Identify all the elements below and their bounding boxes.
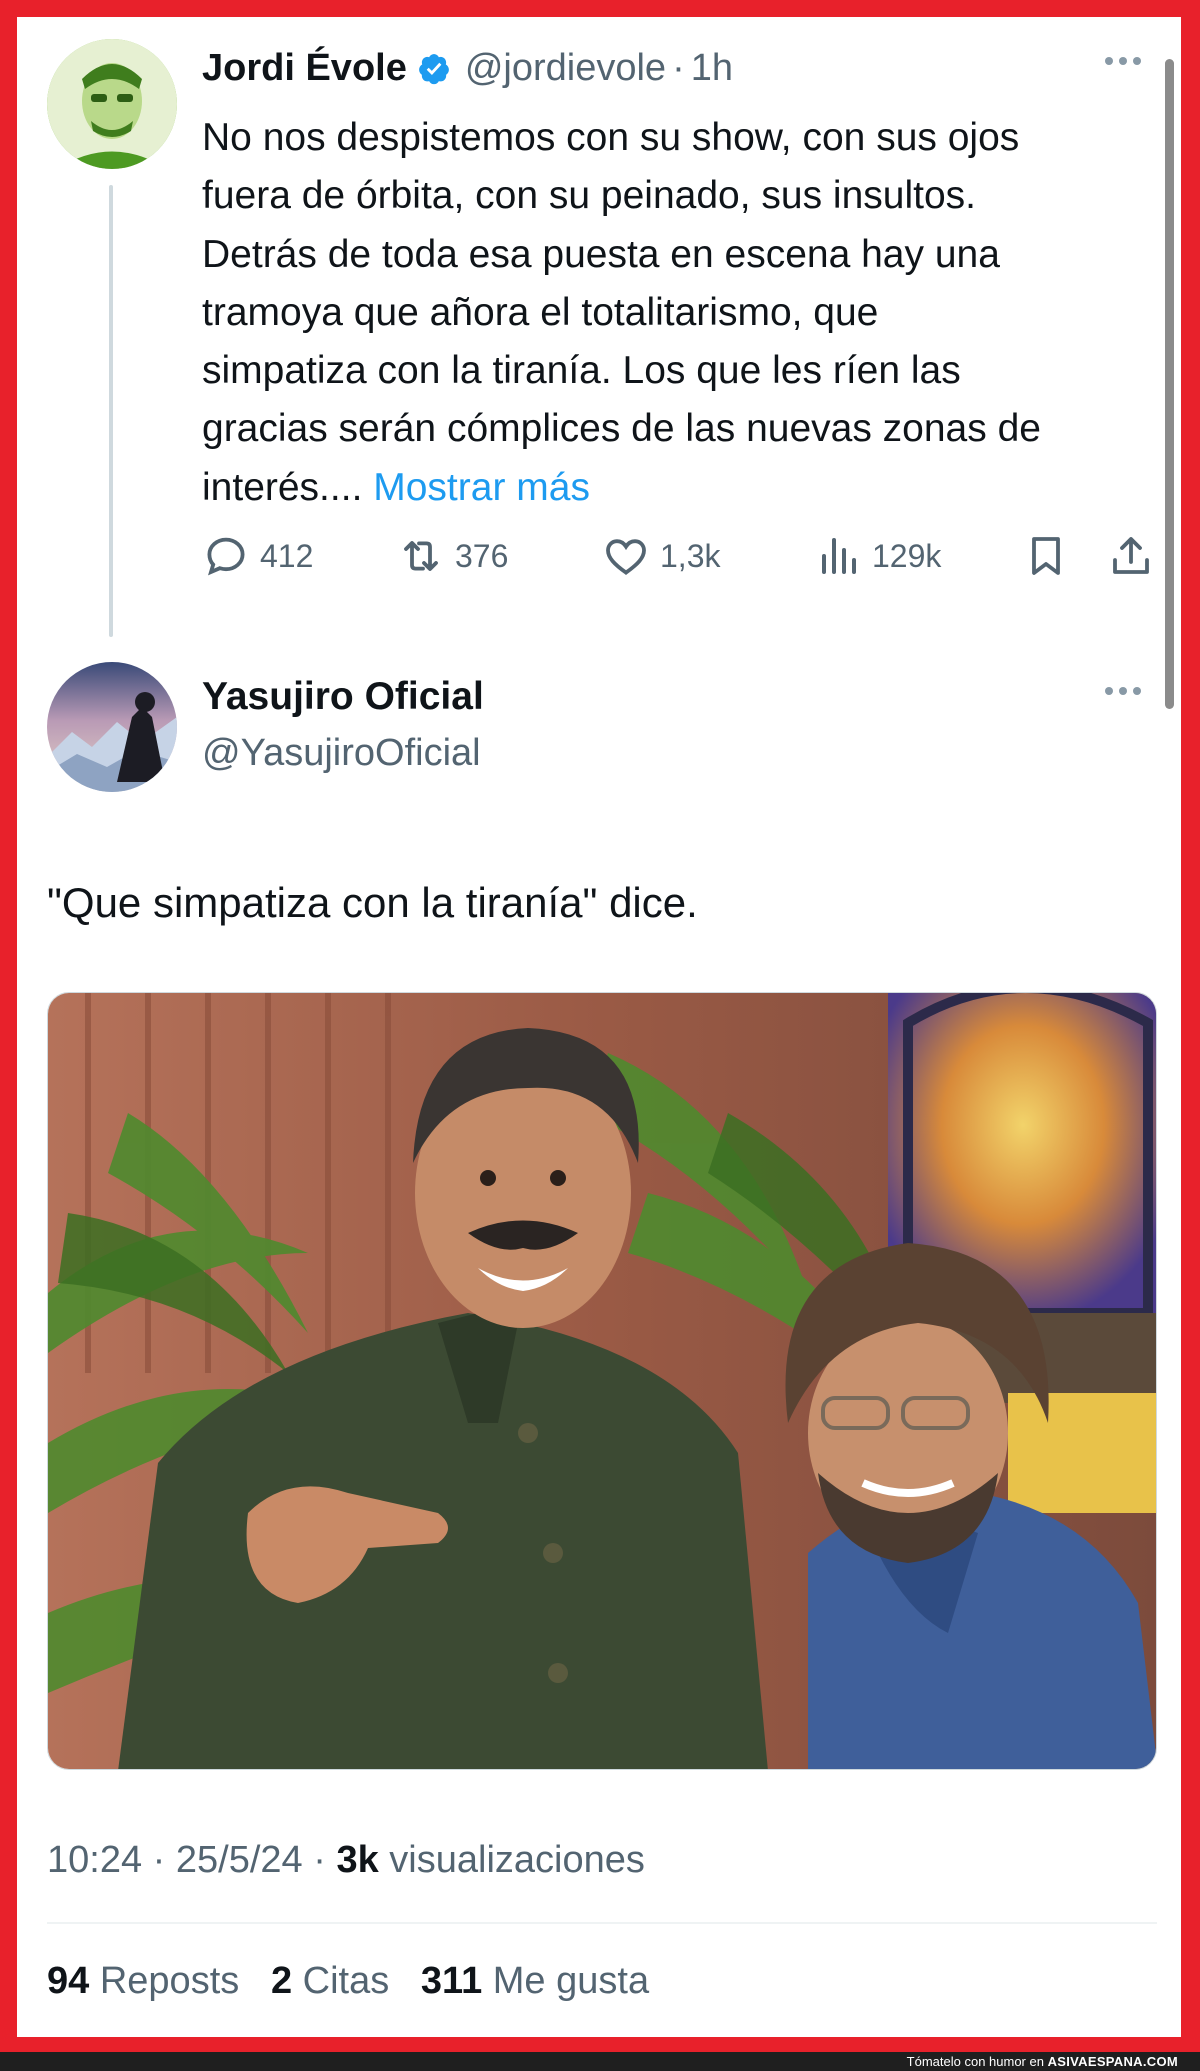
reposts-count: 94 (47, 1960, 90, 2002)
tweet1-time[interactable]: 1h (691, 47, 733, 90)
avatar-jordi-evole[interactable] (47, 39, 177, 169)
show-more-link[interactable]: Mostrar más (373, 466, 590, 509)
scrollbar[interactable] (1165, 59, 1174, 709)
tweet1-text-line: tramoya que añora el totalitarismo, que (202, 290, 879, 334)
repost-button[interactable]: 376 (397, 532, 508, 580)
tweet2-more-options-icon[interactable] (1105, 687, 1149, 697)
tweet2-photo[interactable] (47, 992, 1157, 1770)
divider (47, 1922, 1157, 1924)
like-button[interactable]: 1,3k (602, 532, 720, 580)
likes-stat[interactable]: 311 Me gusta (421, 1960, 649, 2002)
reposts-stat[interactable]: 94 Reposts (47, 1960, 250, 2002)
tweet2-meta: 10:24 · 25/5/24 · 3k visualizaciones (47, 1839, 645, 1882)
likes-label: Me gusta (492, 1960, 650, 2002)
tweet2-date[interactable]: 25/5/24 (176, 1839, 303, 1881)
reply-button[interactable]: 412 (202, 532, 313, 580)
tweet1-handle[interactable]: @jordievole (465, 47, 666, 90)
tweet1-text-line: gracias serán cómplices de las nuevas zo… (202, 407, 1041, 451)
analytics-icon (822, 538, 856, 574)
watermark-brand: ASIVAESPANA.COM (1047, 2054, 1178, 2069)
tweet1-display-name[interactable]: Jordi Évole (202, 47, 407, 90)
tweet2-views-count: 3k (336, 1839, 379, 1881)
tweet1-text: No nos despistemos con su show, con sus … (202, 109, 1162, 517)
tweet1-separator: · (672, 47, 685, 89)
reply-count: 412 (260, 537, 314, 574)
quotes-label: Citas (302, 1960, 390, 2002)
bookmark-button[interactable] (1022, 532, 1080, 580)
tweet1-more-options-icon[interactable] (1105, 57, 1149, 67)
tweet2-time[interactable]: 10:24 (47, 1839, 142, 1881)
repost-icon (404, 541, 438, 571)
tweet1-header: Jordi Évole @jordievole · 1h (202, 47, 733, 90)
thread-connector-line (109, 185, 113, 637)
tweet1-text-line: interés.... (202, 465, 363, 509)
like-count: 1,3k (660, 537, 721, 574)
tweet1-text-line: No nos despistemos con su show, con sus … (202, 116, 1020, 159)
tweet1-text-line: fuera de órbita, con su peinado, sus ins… (202, 174, 976, 218)
tweet1-text-line: simpatiza con la tiranía. Los que les rí… (202, 349, 961, 393)
reposts-label: Reposts (99, 1960, 240, 2002)
views-count: 129k (872, 537, 942, 574)
tweet1-text-line-last: interés.... Mostrar más (202, 459, 1162, 517)
meta-separator: · (313, 1839, 326, 1881)
tweet1-action-bar: 412 376 1,3k 129k (202, 532, 1162, 592)
tweet1-text-line: Detrás de toda esa puesta en escena hay … (202, 232, 1000, 276)
likes-total-count: 311 (420, 1960, 483, 2002)
avatar-yasujiro-oficial[interactable] (47, 662, 177, 792)
verified-badge-icon (418, 53, 449, 84)
views-button[interactable]: 129k (814, 532, 941, 580)
screenshot-frame: Jordi Évole @jordievole · 1h No nos desp… (17, 17, 1181, 2037)
tweet2-handle[interactable]: @YasujiroOficial (202, 732, 481, 775)
watermark-tagline: Tómatelo con humor en (906, 2054, 1044, 2069)
share-icon (1113, 537, 1149, 574)
quotes-stat[interactable]: 2 Citas (271, 1960, 400, 2002)
quotes-count: 2 (270, 1960, 293, 2002)
tweet2-views-label: visualizaciones (389, 1839, 645, 1881)
watermark-footer: Tómatelo con humor en ASIVAESPANA.COM (0, 2052, 1200, 2071)
watermark-text: Tómatelo con humor en ASIVAESPANA.COM (907, 2054, 1178, 2069)
bookmark-icon (1032, 537, 1060, 575)
heart-icon (606, 539, 646, 575)
repost-count: 376 (455, 537, 509, 574)
tweet2-stats: 94 Reposts 2 Citas 311 Me gusta (47, 1960, 649, 2003)
share-button[interactable] (1107, 532, 1165, 580)
tweet2-display-name[interactable]: Yasujiro Oficial (202, 675, 484, 719)
reply-icon (207, 537, 245, 576)
tweet2-text: "Que simpatiza con la tiranía" dice. (47, 879, 698, 926)
meta-separator: · (152, 1839, 166, 1881)
